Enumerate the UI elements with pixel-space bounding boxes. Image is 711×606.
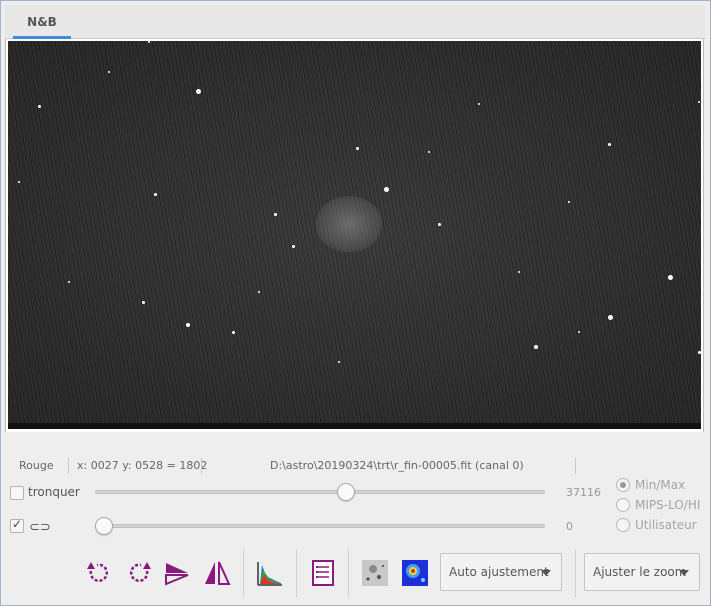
divider <box>68 458 69 474</box>
chevron-down-icon <box>679 570 689 576</box>
zoom-fit-dropdown[interactable]: Ajuster le zoom <box>584 553 700 591</box>
zoom-fit-label: Ajuster le zoom <box>593 565 687 579</box>
nebula <box>316 196 382 252</box>
star <box>698 101 700 103</box>
star <box>38 105 41 108</box>
high-threshold-value: 37116 <box>566 486 601 499</box>
star <box>196 89 201 94</box>
fits-header-icon[interactable] <box>309 559 337 587</box>
rotate-left-icon[interactable] <box>85 559 113 587</box>
star <box>608 315 613 320</box>
radio-user-label: Utilisateur <box>635 518 697 532</box>
star <box>258 291 260 293</box>
radio-min-max[interactable] <box>616 478 630 492</box>
negative-view-icon[interactable] <box>361 559 389 587</box>
rotate-right-icon[interactable] <box>125 559 153 587</box>
radio-mips-lo-hi-label: MIPS-LO/HI <box>635 498 701 512</box>
low-threshold-slider-track[interactable] <box>95 524 545 528</box>
star <box>338 361 340 363</box>
star <box>108 71 110 73</box>
auto-adjust-label: Auto ajustement <box>449 565 549 579</box>
crop-label: tronquer <box>28 485 80 499</box>
star <box>18 181 20 183</box>
low-threshold-slider-thumb[interactable] <box>95 517 113 535</box>
star <box>292 245 295 248</box>
divider <box>575 458 576 474</box>
star <box>356 147 359 150</box>
star <box>578 331 580 333</box>
star <box>534 345 538 349</box>
star <box>518 271 520 273</box>
low-threshold-value: 0 <box>566 520 573 533</box>
auto-adjust-dropdown[interactable]: Auto ajustement <box>440 553 562 591</box>
crop-checkbox[interactable] <box>10 486 24 500</box>
false-color-icon[interactable] <box>401 559 429 587</box>
tab-nb[interactable]: N&B <box>13 9 71 39</box>
star <box>142 301 145 304</box>
link-icon: ⊂⊃ <box>29 520 51 535</box>
status-bar: Rouge x: 0027 y: 0528 = 1802 D:\astro\20… <box>5 456 704 476</box>
star <box>232 331 235 334</box>
star <box>148 41 150 43</box>
star <box>608 143 611 146</box>
star <box>438 223 441 226</box>
histogram-icon[interactable] <box>256 559 284 587</box>
star <box>428 151 430 153</box>
astro-image[interactable] <box>8 41 701 424</box>
image-display-area[interactable] <box>5 39 704 432</box>
divider <box>243 549 244 597</box>
star <box>668 275 673 280</box>
radio-mips-lo-hi[interactable] <box>616 498 630 512</box>
image-viewer-window: N&B Rouge x: 0027 y: 0528 = 1802 D:\astr… <box>0 0 711 606</box>
divider <box>575 549 576 597</box>
star <box>154 193 157 196</box>
star <box>274 213 277 216</box>
image-border <box>8 423 701 429</box>
channel-label: Rouge <box>19 459 54 472</box>
chevron-down-icon <box>541 570 551 576</box>
divider <box>296 549 297 597</box>
star <box>478 103 480 105</box>
link-sliders-checkbox[interactable] <box>10 517 24 533</box>
star <box>186 323 190 327</box>
star <box>698 351 701 354</box>
file-path: D:\astro\20190324\trt\r_fin-00005.fit (c… <box>270 459 524 472</box>
high-threshold-slider-track[interactable] <box>95 490 545 494</box>
mirror-vertical-icon[interactable] <box>203 559 231 587</box>
star <box>568 201 570 203</box>
tab-bar: N&B <box>5 5 705 39</box>
radio-min-max-label: Min/Max <box>635 478 686 492</box>
pixel-coordinates: x: 0027 y: 0528 = 1802 <box>77 459 208 472</box>
divider <box>348 549 349 597</box>
star <box>384 187 389 192</box>
divider <box>201 458 202 474</box>
star <box>68 281 70 283</box>
radio-user[interactable] <box>616 518 630 532</box>
flip-horizontal-icon[interactable] <box>163 559 191 587</box>
high-threshold-slider-thumb[interactable] <box>336 483 355 501</box>
